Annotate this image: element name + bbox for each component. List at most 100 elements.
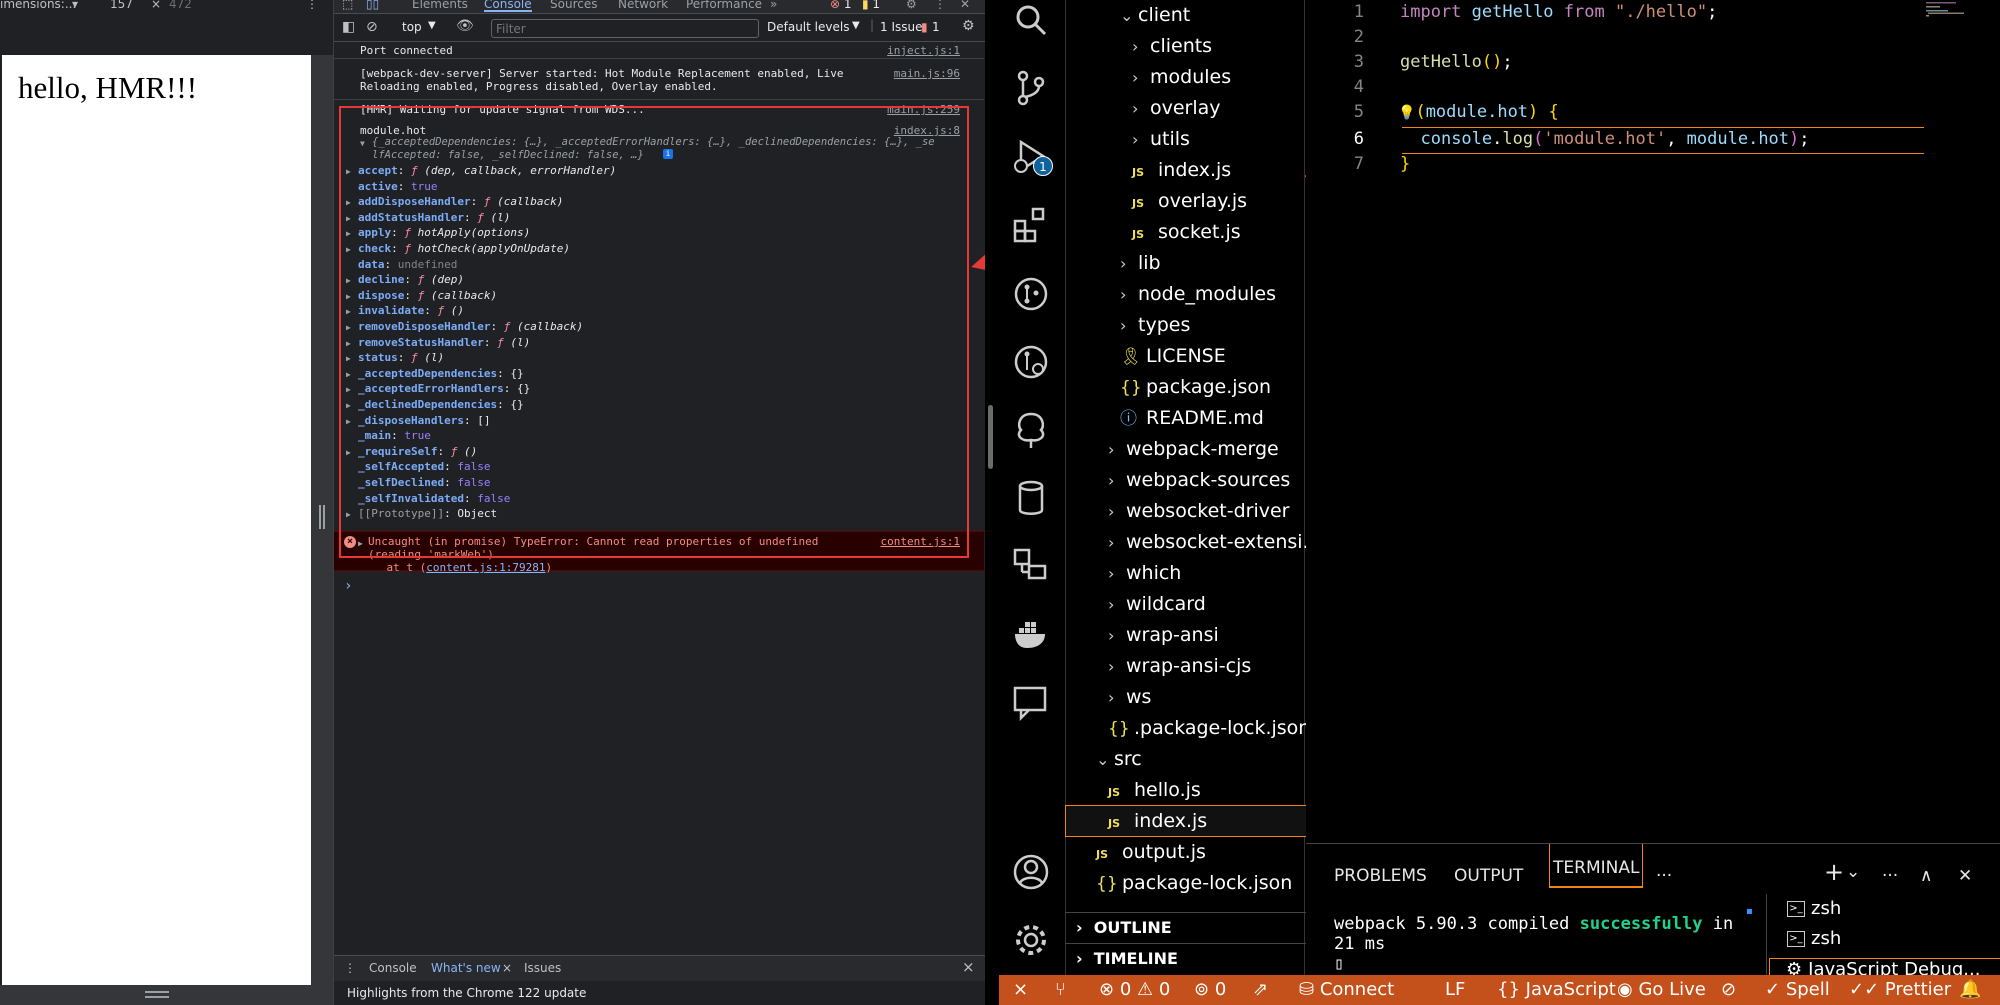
- timeline-section-header[interactable]: › TIMELINE: [1066, 943, 1306, 973]
- object-property-row[interactable]: ▶ removeStatusHandler: ƒ (l): [346, 336, 530, 350]
- viewport-height-input[interactable]: 472: [169, 0, 192, 10]
- expand-arrow-icon[interactable]: ▶: [346, 274, 358, 287]
- tab-output[interactable]: OUTPUT: [1454, 866, 1523, 886]
- tree-folder[interactable]: › webpack-sources: [1108, 465, 1290, 495]
- drawer-tab-console[interactable]: Console: [369, 961, 417, 975]
- tab-elements[interactable]: Elements: [412, 0, 468, 11]
- language-status[interactable]: {} JavaScript: [1497, 975, 1616, 1005]
- object-property-row[interactable]: ▶ accept: ƒ (dep, callback, errorHandler): [346, 164, 616, 178]
- tree-file[interactable]: {} .package-lock.json: [1108, 713, 1310, 743]
- object-property-row[interactable]: ▶ dispose: ƒ (callback): [346, 289, 497, 303]
- drawer-tab-whats-new[interactable]: What's new: [431, 961, 501, 975]
- tab-problems[interactable]: PROBLEMS: [1334, 866, 1427, 886]
- expand-arrow-icon[interactable]: ▶: [346, 227, 358, 240]
- console-prompt[interactable]: ›: [344, 578, 352, 594]
- console-settings-gear-icon[interactable]: ⚙: [962, 18, 975, 34]
- source-link[interactable]: inject.js:1: [887, 44, 960, 57]
- issues-link[interactable]: 1 Issue:: [880, 20, 927, 34]
- expand-arrow-icon[interactable]: ▶: [346, 368, 358, 381]
- more-tabs-icon[interactable]: »: [770, 0, 777, 11]
- expand-arrow-icon[interactable]: ▶: [346, 446, 358, 459]
- source-link[interactable]: main.js:96: [894, 67, 960, 80]
- object-property-row[interactable]: ▶ addStatusHandler: ƒ (l): [346, 211, 510, 225]
- tree-file[interactable]: JS hello.js: [1108, 775, 1201, 805]
- object-property-row[interactable]: ▶ decline: ƒ (dep): [346, 273, 464, 287]
- tree-folder[interactable]: › wildcard: [1108, 589, 1206, 619]
- code-editor[interactable]: 1 2 3 4 5 6 7 import getHello from "./he…: [1306, 0, 2000, 843]
- object-property-row[interactable]: ▶ _acceptedDependencies: {}: [346, 367, 524, 381]
- object-property-row[interactable]: ▶ apply: ƒ hotApply(options): [346, 226, 530, 240]
- launch-icon[interactable]: ⇗: [1253, 975, 1268, 1005]
- tab-network[interactable]: Network: [618, 0, 668, 11]
- ports-status[interactable]: ⊚ 0: [1194, 975, 1226, 1005]
- docker-icon[interactable]: [1011, 614, 1051, 654]
- object-property-row[interactable]: ▶ check: ƒ hotCheck(applyOnUpdate): [346, 242, 570, 256]
- tree-folder[interactable]: › wrap-ansi: [1108, 620, 1219, 650]
- object-property-row[interactable]: ▶ [[Prototype]]: Object: [346, 507, 497, 521]
- tree-file[interactable]: JS overlay.js: [1132, 186, 1247, 216]
- console-filter-input[interactable]: [491, 19, 759, 38]
- more-options-icon[interactable]: ⋮: [306, 0, 318, 10]
- search-icon[interactable]: [1011, 0, 1051, 40]
- tree-file[interactable]: {} package.json: [1120, 372, 1271, 402]
- tree-folder[interactable]: › websocket-driver: [1108, 496, 1289, 526]
- tree-file[interactable]: JS index.js: [1065, 805, 1307, 837]
- source-control-icon[interactable]: [1011, 68, 1051, 108]
- settings-gear-icon[interactable]: [1011, 920, 1051, 960]
- tree-file[interactable]: JS index.js: [1132, 155, 1231, 185]
- notifications-bell-icon[interactable]: 🔔: [1959, 975, 1981, 1005]
- tree-view-icon[interactable]: [1011, 410, 1051, 450]
- tree-folder[interactable]: ⌄ src: [1096, 744, 1142, 774]
- comments-icon[interactable]: [1011, 682, 1051, 722]
- git-history-icon[interactable]: [1011, 342, 1051, 382]
- terminal-cursor[interactable]: ▯: [1334, 954, 1344, 974]
- close-panel-icon[interactable]: ✕: [1958, 866, 1972, 886]
- source-link[interactable]: main.js:259: [887, 103, 960, 116]
- object-property-row[interactable]: ▶ _disposeHandlers: []: [346, 414, 490, 428]
- prettier-status[interactable]: ✓✓ Prettier: [1849, 975, 1951, 1005]
- tree-file[interactable]: 🎗 LICENSE: [1120, 341, 1226, 371]
- object-property-row[interactable]: ▶ addDisposeHandler: ƒ (callback): [346, 195, 563, 209]
- extensions-icon[interactable]: [1011, 205, 1051, 245]
- terminal-list-item[interactable]: >_ zsh: [1787, 898, 1841, 919]
- close-devtools-icon[interactable]: ✕: [960, 0, 970, 11]
- git-graph-icon[interactable]: [1011, 274, 1051, 314]
- expand-arrow-icon[interactable]: ▶: [346, 212, 358, 225]
- object-expand-toggle[interactable]: ▼: [360, 136, 372, 150]
- lightbulb-icon[interactable]: 💡: [1398, 105, 1415, 121]
- source-control-status-icon[interactable]: ⑂: [1055, 975, 1066, 1005]
- tab-terminal[interactable]: TERMINAL: [1549, 844, 1644, 888]
- context-dropdown-icon[interactable]: ▼: [428, 20, 436, 31]
- terminal-dropdown-icon[interactable]: ⌄: [1846, 862, 1860, 882]
- tree-folder[interactable]: › ws: [1108, 682, 1151, 712]
- expand-arrow-icon[interactable]: ▶: [346, 290, 358, 303]
- window-splitter[interactable]: [985, 0, 999, 1005]
- go-live-status[interactable]: ◉ Go Live: [1617, 975, 1706, 1005]
- settings-gear-icon[interactable]: ⚙: [906, 0, 917, 11]
- object-property-row[interactable]: ▶ _acceptedErrorHandlers: {}: [346, 382, 530, 396]
- tab-sources[interactable]: Sources: [550, 0, 597, 11]
- devtools-menu-icon[interactable]: ⋮: [934, 0, 946, 11]
- new-terminal-icon[interactable]: +: [1824, 858, 1844, 886]
- problems-status[interactable]: ⊗ 0 ⚠ 0: [1099, 975, 1170, 1005]
- expand-arrow-icon[interactable]: ▶: [346, 337, 358, 350]
- tree-file[interactable]: ⓘ README.md: [1120, 403, 1264, 433]
- account-icon[interactable]: [1011, 852, 1051, 892]
- outline-section-header[interactable]: › OUTLINE: [1066, 912, 1306, 942]
- expand-arrow-icon[interactable]: ▶: [346, 383, 358, 396]
- object-property-row[interactable]: ▶ invalidate: ƒ (): [346, 304, 464, 318]
- sidebar-toggle-icon[interactable]: ◧: [342, 19, 355, 35]
- tab-console[interactable]: Console: [484, 0, 532, 12]
- tab-performance[interactable]: Performance: [686, 0, 762, 11]
- tree-folder[interactable]: › which: [1108, 558, 1181, 588]
- tree-folder[interactable]: ⌄ client: [1120, 0, 1190, 30]
- tree-file[interactable]: JS output.js: [1096, 837, 1206, 867]
- dimensions-select[interactable]: imensions:...: [0, 0, 76, 10]
- clear-console-icon[interactable]: ⊘: [366, 19, 378, 35]
- terminal-list-item[interactable]: >_ zsh: [1787, 928, 1841, 949]
- viewport-resize-handle-right[interactable]: [311, 55, 333, 985]
- expand-arrow-icon[interactable]: ▶: [346, 415, 358, 428]
- dimensions-dropdown-icon[interactable]: ▾: [72, 0, 78, 10]
- drawer-tab-issues[interactable]: Issues: [524, 961, 561, 975]
- tree-folder[interactable]: › utils: [1132, 124, 1190, 154]
